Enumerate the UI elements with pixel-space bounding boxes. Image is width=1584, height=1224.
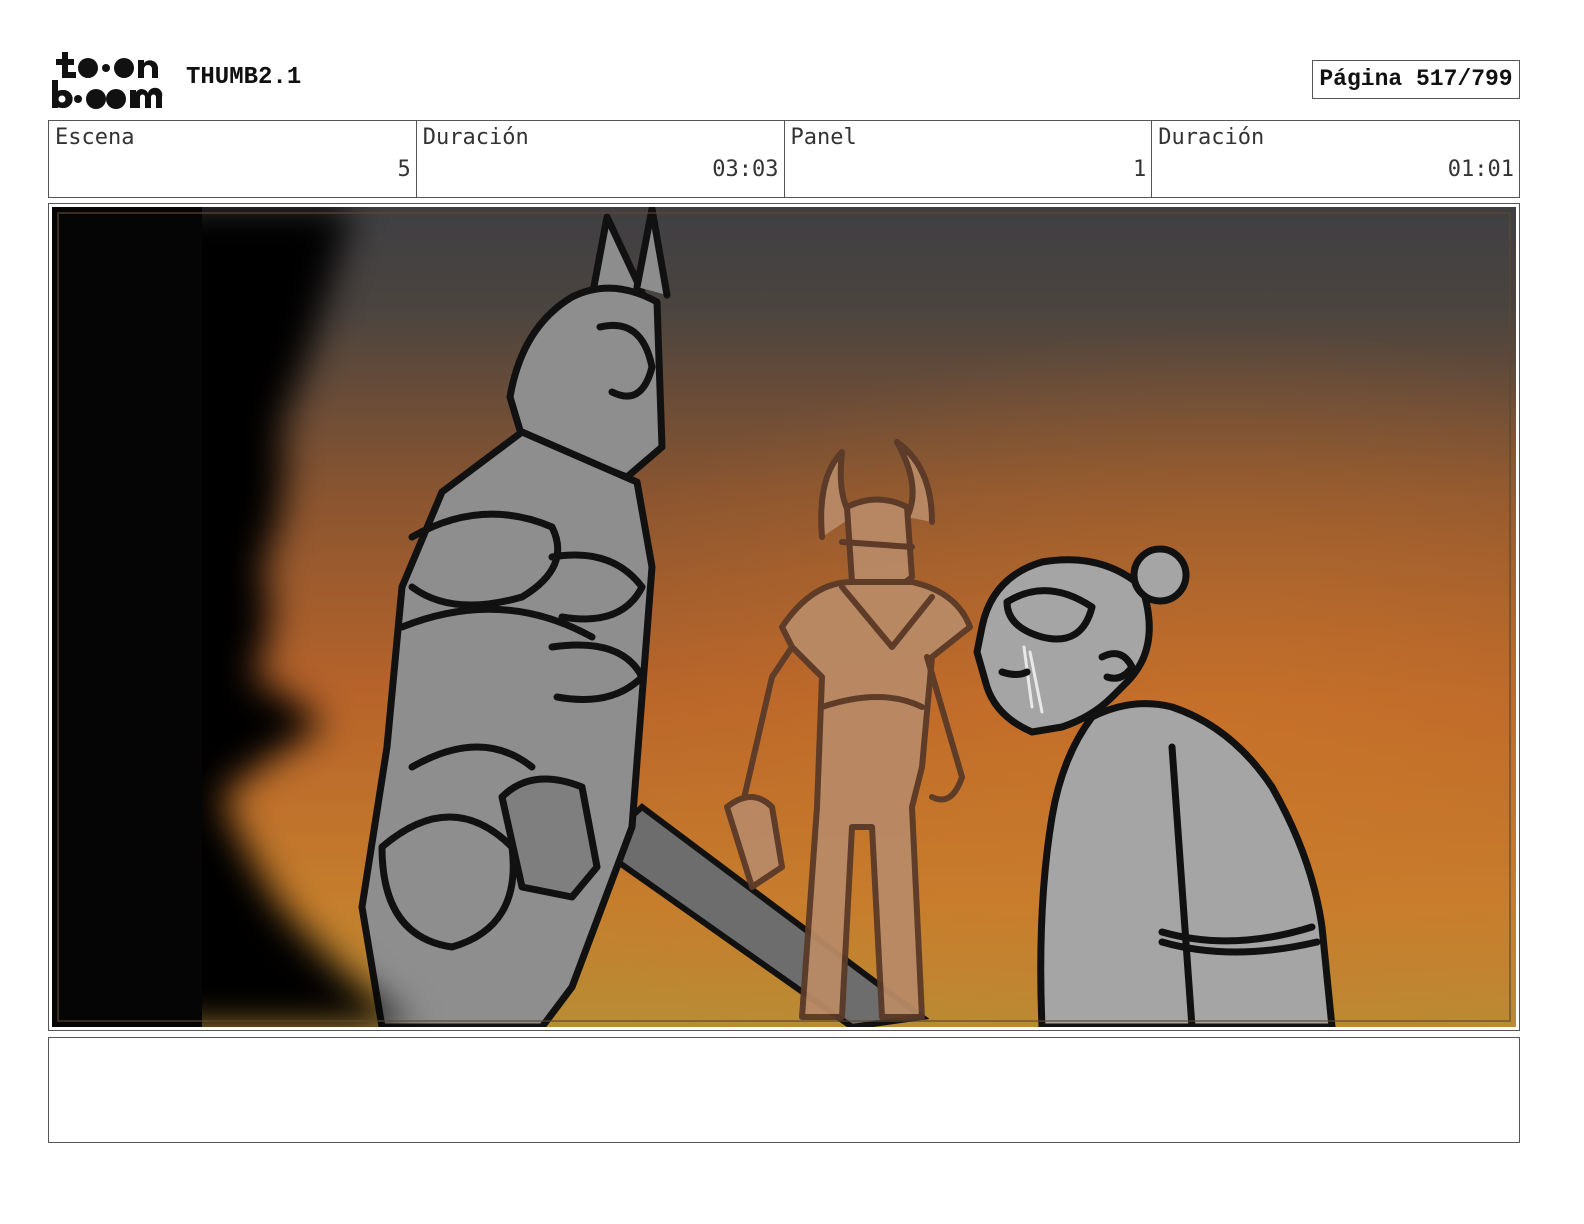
page-indicator: Página 517/799 — [1312, 60, 1520, 99]
toonboom-logo — [50, 48, 166, 112]
panel-cell: Panel 1 — [785, 121, 1153, 197]
scene-cell: Escena 5 — [49, 121, 417, 197]
scene-duration-label: Duración — [422, 125, 529, 150]
document-title: THUMB2.1 — [186, 64, 302, 91]
panel-notes-box — [48, 1037, 1520, 1143]
panel-duration-label: Duración — [1158, 125, 1265, 150]
panel-label: Panel — [790, 125, 857, 150]
panel-duration-cell: Duración 01:01 — [1152, 121, 1519, 197]
panel-value: 1 — [1133, 157, 1147, 182]
scene-label: Escena — [55, 125, 135, 150]
storyboard-panel-image — [52, 207, 1516, 1027]
scene-duration-cell: Duración 03:03 — [417, 121, 785, 197]
panel-info-table: Escena 5 Duración 03:03 Panel 1 Duración… — [48, 120, 1520, 198]
panel-duration-value: 01:01 — [1447, 157, 1514, 182]
scene-value: 5 — [397, 157, 411, 182]
scene-duration-value: 03:03 — [712, 157, 779, 182]
